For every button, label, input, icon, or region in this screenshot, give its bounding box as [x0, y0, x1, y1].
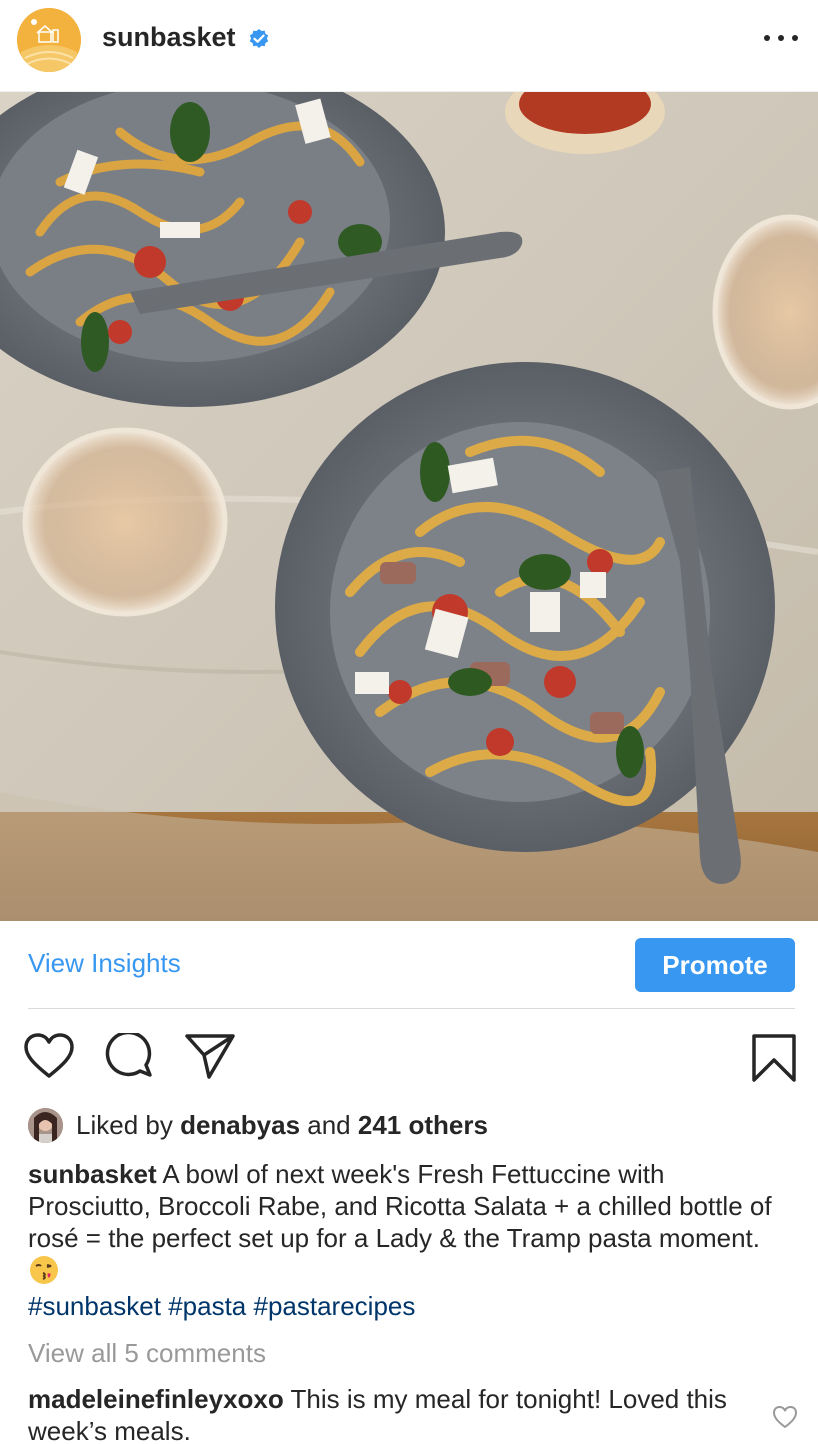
divider: [28, 1008, 795, 1009]
comment-username[interactable]: madeleinefinleyxoxo: [28, 1384, 284, 1414]
post-image[interactable]: [0, 92, 818, 921]
view-insights-link[interactable]: View Insights: [28, 948, 181, 979]
bookmark-icon[interactable]: [750, 1033, 798, 1083]
post-caption: sunbasket A bowl of next week's Fresh Fe…: [28, 1158, 788, 1287]
promote-button[interactable]: Promote: [635, 938, 795, 992]
likes-others-link[interactable]: 241 others: [358, 1110, 488, 1140]
kissing-face-emoji-icon: [28, 1254, 60, 1286]
view-all-comments-link[interactable]: View all 5 comments: [28, 1338, 266, 1369]
likes-summary: Liked by denabyas and 241 others: [76, 1110, 488, 1141]
liker-username[interactable]: denabyas: [180, 1110, 300, 1140]
caption-username[interactable]: sunbasket: [28, 1159, 157, 1189]
likes-prefix: Liked by: [76, 1110, 181, 1140]
heart-icon[interactable]: [24, 1033, 74, 1079]
sunbasket-avatar[interactable]: [17, 8, 81, 72]
comment-item: madeleinefinleyxoxo This is my meal for …: [28, 1383, 763, 1444]
send-icon[interactable]: [184, 1033, 236, 1079]
hashtags[interactable]: #sunbasket #pasta #pastarecipes: [28, 1291, 415, 1322]
post-username[interactable]: sunbasket: [102, 22, 236, 53]
more-options-icon[interactable]: [764, 26, 798, 50]
liker-avatar[interactable]: [28, 1108, 63, 1143]
comment-icon[interactable]: [104, 1030, 154, 1081]
likes-middle: and: [300, 1110, 358, 1140]
verified-badge-icon: [248, 28, 270, 50]
post-header: sunbasket: [0, 0, 818, 92]
comment-like-heart-icon[interactable]: [772, 1405, 798, 1429]
